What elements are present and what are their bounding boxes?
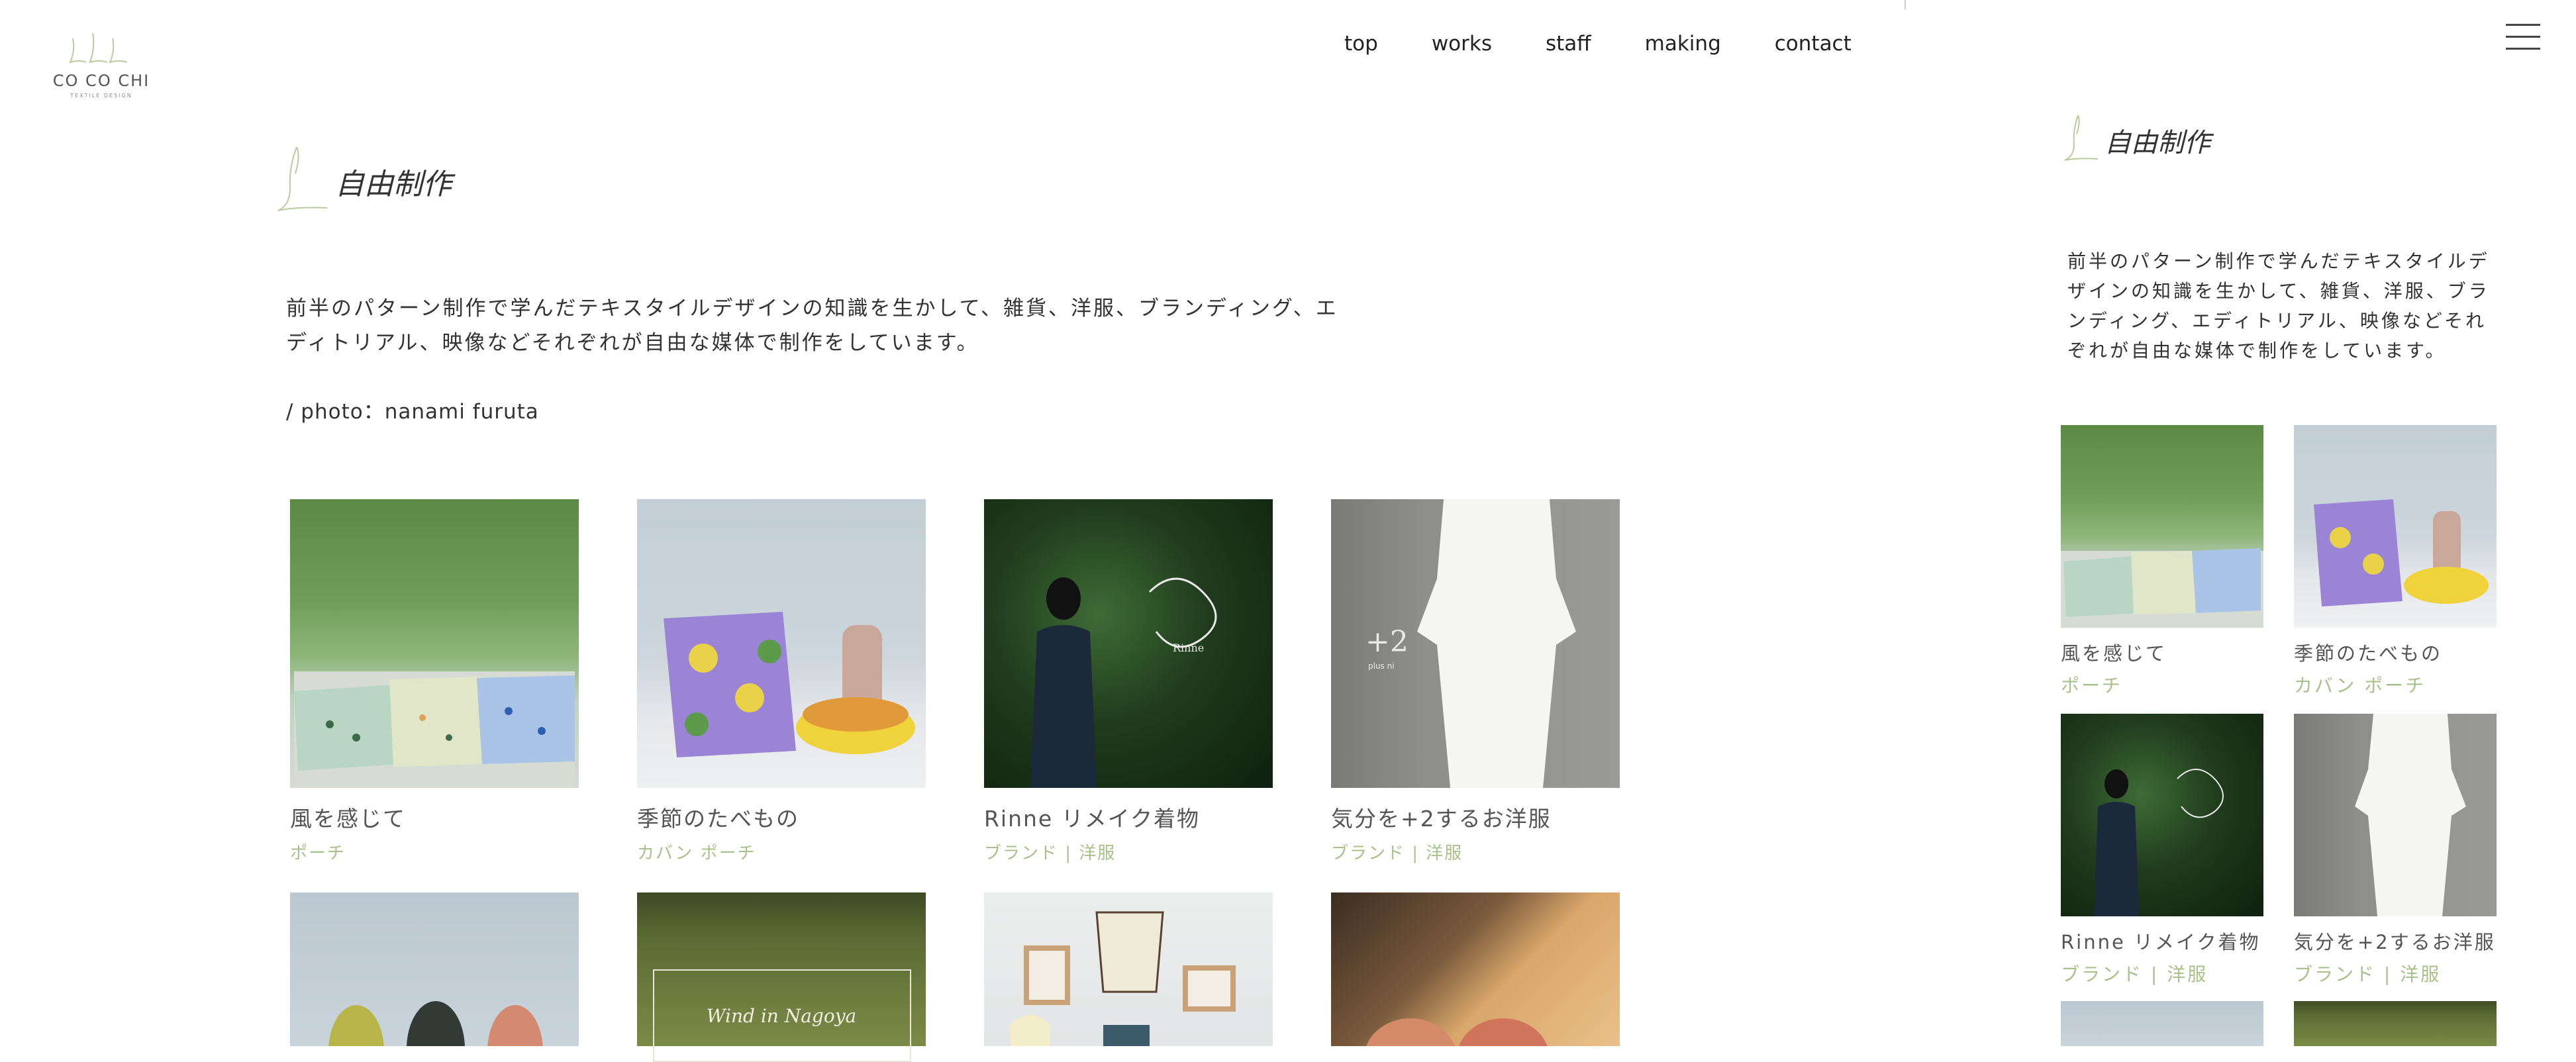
- work-tag: ブランド | 洋服: [984, 844, 1116, 863]
- work-thumbnail[interactable]: [2061, 714, 2263, 916]
- work-thumbnail[interactable]: +2 plus ni: [1331, 499, 1620, 788]
- bag-photo: [2314, 499, 2489, 606]
- side-work-card[interactable]: 風を感じて ポーチ: [2061, 425, 2263, 698]
- work-thumbnail[interactable]: Rinne: [984, 499, 1273, 788]
- work-title: 季節のたべもの: [637, 806, 799, 832]
- work-title: 気分を+2するお洋服: [1331, 806, 1552, 832]
- plus2-sublabel: plus ni: [1368, 661, 1395, 671]
- work-tag: カバン ポーチ: [2294, 675, 2426, 697]
- drawstring-bags-photo: [328, 1001, 543, 1046]
- side-description: 前半のパターン制作で学んだテキスタイルデザインの知識を生かして、雑貨、洋服、ブラ…: [2067, 250, 2490, 362]
- nav-contact[interactable]: contact: [1775, 32, 1852, 56]
- photo-credit: / photo：nanami furuta: [286, 400, 539, 424]
- work-thumbnail[interactable]: [290, 893, 579, 1046]
- work-card[interactable]: 季節のたべもの カバン ポーチ: [637, 499, 926, 864]
- bag-photo: [664, 612, 915, 757]
- work-thumbnail[interactable]: Wind in Nagoya: [637, 893, 926, 1062]
- editorial-photo: [1011, 911, 1236, 1046]
- rinne-photo: [2094, 769, 2224, 916]
- section-heading: 自由制作: [270, 142, 452, 215]
- work-title: 風を感じて: [2061, 642, 2167, 665]
- work-thumbnail[interactable]: [2294, 425, 2497, 628]
- side-section-heading: 自由制作: [2059, 111, 2210, 164]
- side-work-card[interactable]: Rinne リメイク着物 ブランド | 洋服: [2061, 714, 2263, 987]
- logo-text: CO CO CHI: [52, 72, 150, 90]
- site-logo[interactable]: CO CO CHI TEXTILE DESIGN: [46, 25, 152, 105]
- work-tag: カバン ポーチ: [637, 844, 756, 863]
- plus2-photo: [2355, 714, 2466, 916]
- work-title: 気分を+2するお洋服: [2294, 931, 2496, 953]
- work-tag: ポーチ: [2061, 675, 2123, 697]
- work-card[interactable]: +2 plus ni 気分を+2するお洋服 ブランド | 洋服: [1331, 499, 1620, 864]
- work-card[interactable]: 風を感じて ポーチ: [290, 499, 579, 864]
- pouches-warm-photo: [1366, 1018, 1548, 1046]
- plus2-photo: +2 plus ni: [1365, 499, 1576, 788]
- side-title: 自由制作: [2105, 128, 2210, 158]
- script-l-icon: [277, 146, 328, 211]
- pouches-photo: [2061, 548, 2263, 628]
- nav-works[interactable]: works: [1432, 32, 1492, 56]
- script-l-icon: [2064, 115, 2099, 161]
- work-thumbnail[interactable]: [290, 499, 579, 788]
- work-thumbnail[interactable]: [1331, 893, 1620, 1046]
- nav-staff[interactable]: staff: [1546, 32, 1591, 56]
- work-tag: ブランド | 洋服: [2061, 963, 2208, 985]
- nav-making[interactable]: making: [1645, 32, 1721, 56]
- work-thumbnail[interactable]: [2294, 714, 2497, 916]
- work-card[interactable]: Rinne Rinne リメイク着物 ブランド | 洋服: [984, 499, 1273, 864]
- work-tag: ポーチ: [290, 844, 346, 863]
- work-thumbnail[interactable]: [2061, 425, 2263, 628]
- work-title: Rinne リメイク着物: [2061, 931, 2261, 953]
- side-work-card[interactable]: 気分を+2するお洋服 ブランド | 洋服: [2294, 714, 2497, 987]
- work-thumbnail[interactable]: [984, 893, 1273, 1046]
- work-tag: ブランド | 洋服: [1331, 844, 1463, 863]
- work-title: 風を感じて: [290, 806, 406, 832]
- nav-divider: [1905, 0, 1906, 9]
- side-work-card[interactable]: 季節のたべもの カバン ポーチ: [2294, 425, 2497, 698]
- logo-subtext: TEXTILE DESIGN: [70, 93, 132, 99]
- logo-mark-icon: [69, 32, 128, 64]
- plus2-label: +2: [1365, 625, 1409, 659]
- pouches-photo: [294, 671, 575, 788]
- wind-caption: Wind in Nagoya: [706, 1005, 857, 1027]
- work-tag: ブランド | 洋服: [2294, 963, 2442, 985]
- section-description: 前半のパターン制作で学んだテキスタイルデザインの知識を生かして、雑貨、洋服、ブラ…: [286, 297, 1338, 355]
- rinne-photo: Rinne: [1030, 577, 1217, 788]
- work-title: Rinne リメイク着物: [984, 806, 1201, 832]
- page-title: 自由制作: [335, 168, 452, 201]
- work-thumbnail[interactable]: [2061, 1001, 2263, 1046]
- hamburger-icon[interactable]: [2506, 24, 2540, 50]
- rinne-label: Rinne: [1173, 642, 1204, 654]
- top-nav: top works staff making contact: [1344, 32, 1852, 56]
- work-thumbnail[interactable]: [2294, 1001, 2497, 1046]
- nav-top[interactable]: top: [1344, 32, 1378, 56]
- work-thumbnail[interactable]: [637, 499, 926, 788]
- work-title: 季節のたべもの: [2294, 642, 2443, 665]
